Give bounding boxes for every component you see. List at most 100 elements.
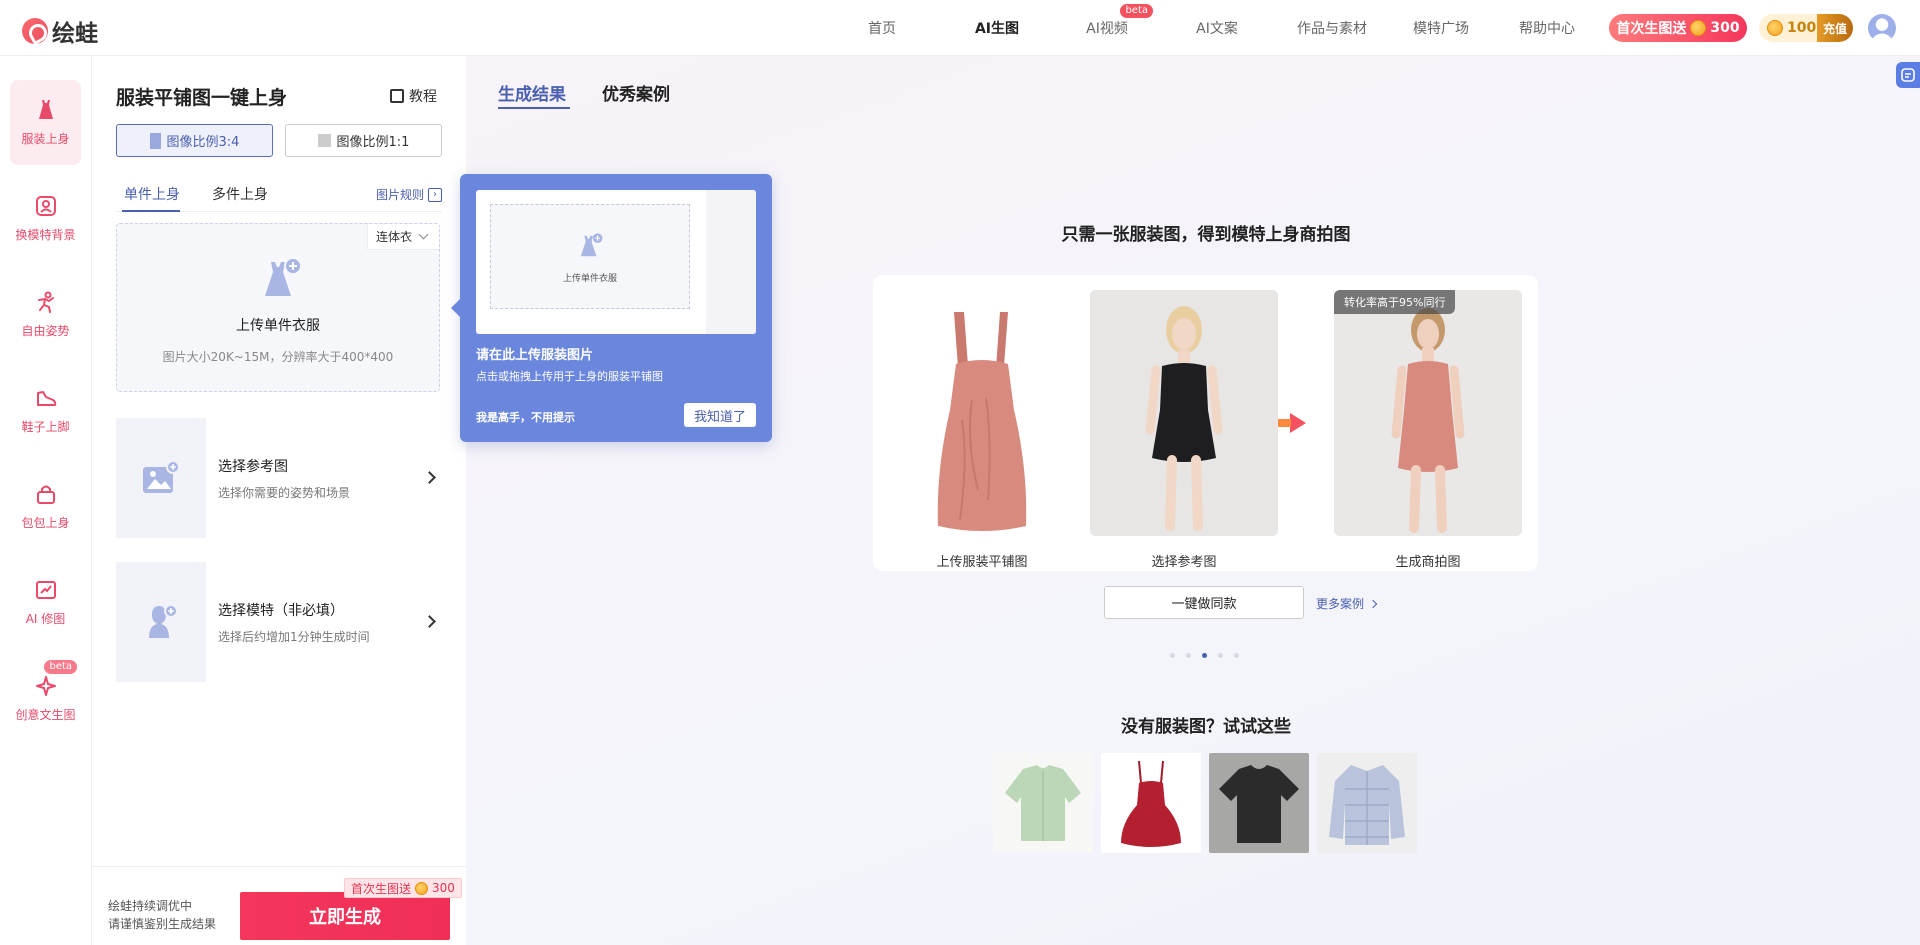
pic-rule-label: 图片规则 [375, 188, 424, 202]
chevron-right-icon [423, 615, 436, 628]
reference-image-option[interactable]: 选择参考图 选择你需要的姿势和场景 [116, 418, 442, 538]
chevron-right-icon [423, 471, 436, 484]
chat-icon [1901, 68, 1915, 82]
active-tab-indicator [122, 210, 180, 212]
nav-ai-video[interactable]: AI视频 beta [1075, 4, 1153, 38]
logo[interactable]: 绘蛙 [22, 14, 98, 48]
sample-shirt[interactable] [993, 753, 1093, 853]
nav-works[interactable]: 作品与素材 [1289, 18, 1375, 38]
rail-label: 服装上身 [21, 132, 70, 146]
model-sub: 选择后约增加1分钟生成时间 [218, 629, 370, 644]
rail-label: AI 修图 [25, 612, 66, 626]
upload-title: 上传单件衣服 [236, 318, 320, 334]
floating-helper-button[interactable] [1896, 62, 1920, 88]
rail-item-creative[interactable]: beta 创意文生图 [10, 656, 81, 741]
more-cases-label: 更多案例 [1316, 597, 1365, 611]
ratio-label: 图像比例1:1 [336, 135, 410, 150]
upload-guide-popup: 上传单件衣服 请在此上传服装图片 点击或拖拽上传用于上身的服装平铺图 我是高手，… [451, 174, 772, 442]
coin-icon [1690, 20, 1707, 36]
nav-models[interactable]: 模特广场 [1401, 18, 1481, 38]
guide-title: 请在此上传服装图片 [476, 348, 594, 363]
arrow-right-icon [1278, 413, 1306, 433]
portrait-icon [34, 194, 58, 218]
tab-results[interactable]: 生成结果 [498, 80, 566, 105]
rail-item-retouch[interactable]: AI 修图 [10, 560, 81, 645]
rail-item-dress[interactable]: 服装上身 [10, 80, 81, 165]
nav-help[interactable]: 帮助中心 [1513, 18, 1581, 38]
step-label: 生成商拍图 [1395, 555, 1461, 570]
dress-upload-icon [580, 233, 603, 257]
first-image-promo[interactable]: 首次生图送 300 [1609, 14, 1747, 42]
ratio-swatch-icon [149, 132, 161, 149]
carousel-dot[interactable] [1202, 653, 1207, 658]
tab-cases[interactable]: 优秀案例 [602, 80, 670, 105]
reference-sub: 选择你需要的姿势和场景 [218, 485, 351, 500]
user-avatar[interactable] [1868, 14, 1896, 42]
gen-badge-label: 首次生图送 [351, 881, 412, 896]
sample-puffer-jacket[interactable] [1317, 753, 1417, 853]
rail-item-pose[interactable]: 自由姿势 [10, 272, 81, 357]
guide-preview-upload-box: 上传单件衣服 [490, 204, 690, 309]
panel-title: 服装平铺图一键上身 [116, 87, 288, 109]
rail-item-shoe[interactable]: 鞋子上脚 [10, 368, 81, 453]
sample-black-tee[interactable] [1209, 753, 1309, 853]
coin-icon [415, 881, 429, 895]
ratio-1-1-button[interactable]: 图像比例1:1 [285, 124, 442, 157]
nav-home[interactable]: 首页 [850, 18, 914, 38]
nav-ai-image[interactable]: AI生图 [965, 18, 1029, 38]
beta-badge: beta [44, 660, 77, 674]
garment-type-select[interactable]: 连体衣 [367, 224, 439, 250]
tab-single[interactable]: 单件上身 [124, 184, 180, 204]
rail-item-bag[interactable]: 包包上身 [10, 464, 81, 549]
carousel-dot[interactable] [1234, 653, 1239, 658]
image-add-icon [143, 460, 180, 493]
generate-bar: 绘蛙持续调优中 请谨慎鉴别生成结果 立即生成 首次生图送 300 [92, 866, 466, 945]
guide-preview: 上传单件衣服 [476, 190, 756, 334]
top-bar: 绘蛙 首页 AI生图 AI视频 beta AI文案 作品与素材 模特广场 帮助中心… [0, 0, 1920, 56]
guide-ok-button[interactable]: 我知道了 [684, 403, 756, 427]
rail-label: 鞋子上脚 [21, 420, 70, 434]
showcase-card: 转化率高于95%同行 上传服装平铺图 选择参考图 生成商拍图 [873, 275, 1538, 571]
main-nav: 首页 AI生图 AI视频 beta AI文案 作品与素材 模特广场 帮助中心 [850, 0, 1581, 56]
tutorial-link[interactable]: 教程 [390, 86, 437, 106]
beta-badge: beta [1120, 4, 1153, 18]
coin-balance: 100 充值 [1759, 14, 1853, 42]
more-cases-link[interactable]: 更多案例 [1316, 595, 1378, 612]
carousel-dot[interactable] [1186, 653, 1191, 658]
rail-label: 自由姿势 [21, 324, 70, 338]
carousel-dot[interactable] [1170, 653, 1175, 658]
nav-ai-copy[interactable]: AI文案 [1185, 18, 1249, 38]
book-icon [390, 89, 404, 103]
generate-button[interactable]: 立即生成 [240, 892, 450, 940]
pose-icon [34, 290, 58, 314]
picture-rules-link[interactable]: 图片规则 › [376, 186, 442, 203]
logo-icon [22, 18, 48, 44]
reference-thumb [116, 418, 206, 538]
carousel-dot[interactable] [1218, 653, 1223, 658]
garment-type-value: 连体衣 [376, 230, 413, 244]
model-thumb [116, 562, 206, 682]
sparkle-icon [34, 674, 58, 698]
model-option[interactable]: 选择模特（非必填） 选择后约增加1分钟生成时间 [116, 562, 442, 682]
rail-label: 包包上身 [21, 516, 70, 530]
guide-skip-link[interactable]: 我是高手，不用提示 [476, 409, 575, 425]
promo-value: 300 [1710, 20, 1740, 36]
rail-item-background[interactable]: 换模特背景 [10, 176, 81, 261]
guide-preview-text: 上传单件衣服 [562, 274, 617, 284]
make-same-button[interactable]: 一键做同款 [1104, 586, 1304, 619]
flat-garment-image [888, 290, 1076, 536]
sample-red-dress[interactable] [1101, 753, 1201, 853]
tab-multi[interactable]: 多件上身 [212, 184, 268, 204]
feature-rail: 服装上身 换模特背景 自由姿势 鞋子上脚 包包上身 AI 修图 beta 创意文… [0, 56, 92, 945]
disclaimer-line: 绘蛙持续调优中 [108, 899, 193, 913]
garment-upload-area[interactable]: 连体衣 上传单件衣服 图片大小20K~15M，分辨率大于400*400 [116, 223, 440, 392]
generated-image: 转化率高于95%同行 [1334, 290, 1522, 536]
reference-title: 选择参考图 [218, 458, 288, 475]
ratio-3-4-button[interactable]: 图像比例3:4 [116, 124, 273, 157]
conversion-badge: 转化率高于95%同行 [1334, 290, 1456, 314]
recharge-button[interactable]: 充值 [1817, 14, 1853, 42]
chevron-right-icon [1368, 599, 1378, 608]
rail-label: 创意文生图 [15, 708, 76, 722]
guide-sub: 点击或拖拽上传用于上身的服装平铺图 [476, 370, 663, 383]
coin-icon [1767, 20, 1783, 36]
